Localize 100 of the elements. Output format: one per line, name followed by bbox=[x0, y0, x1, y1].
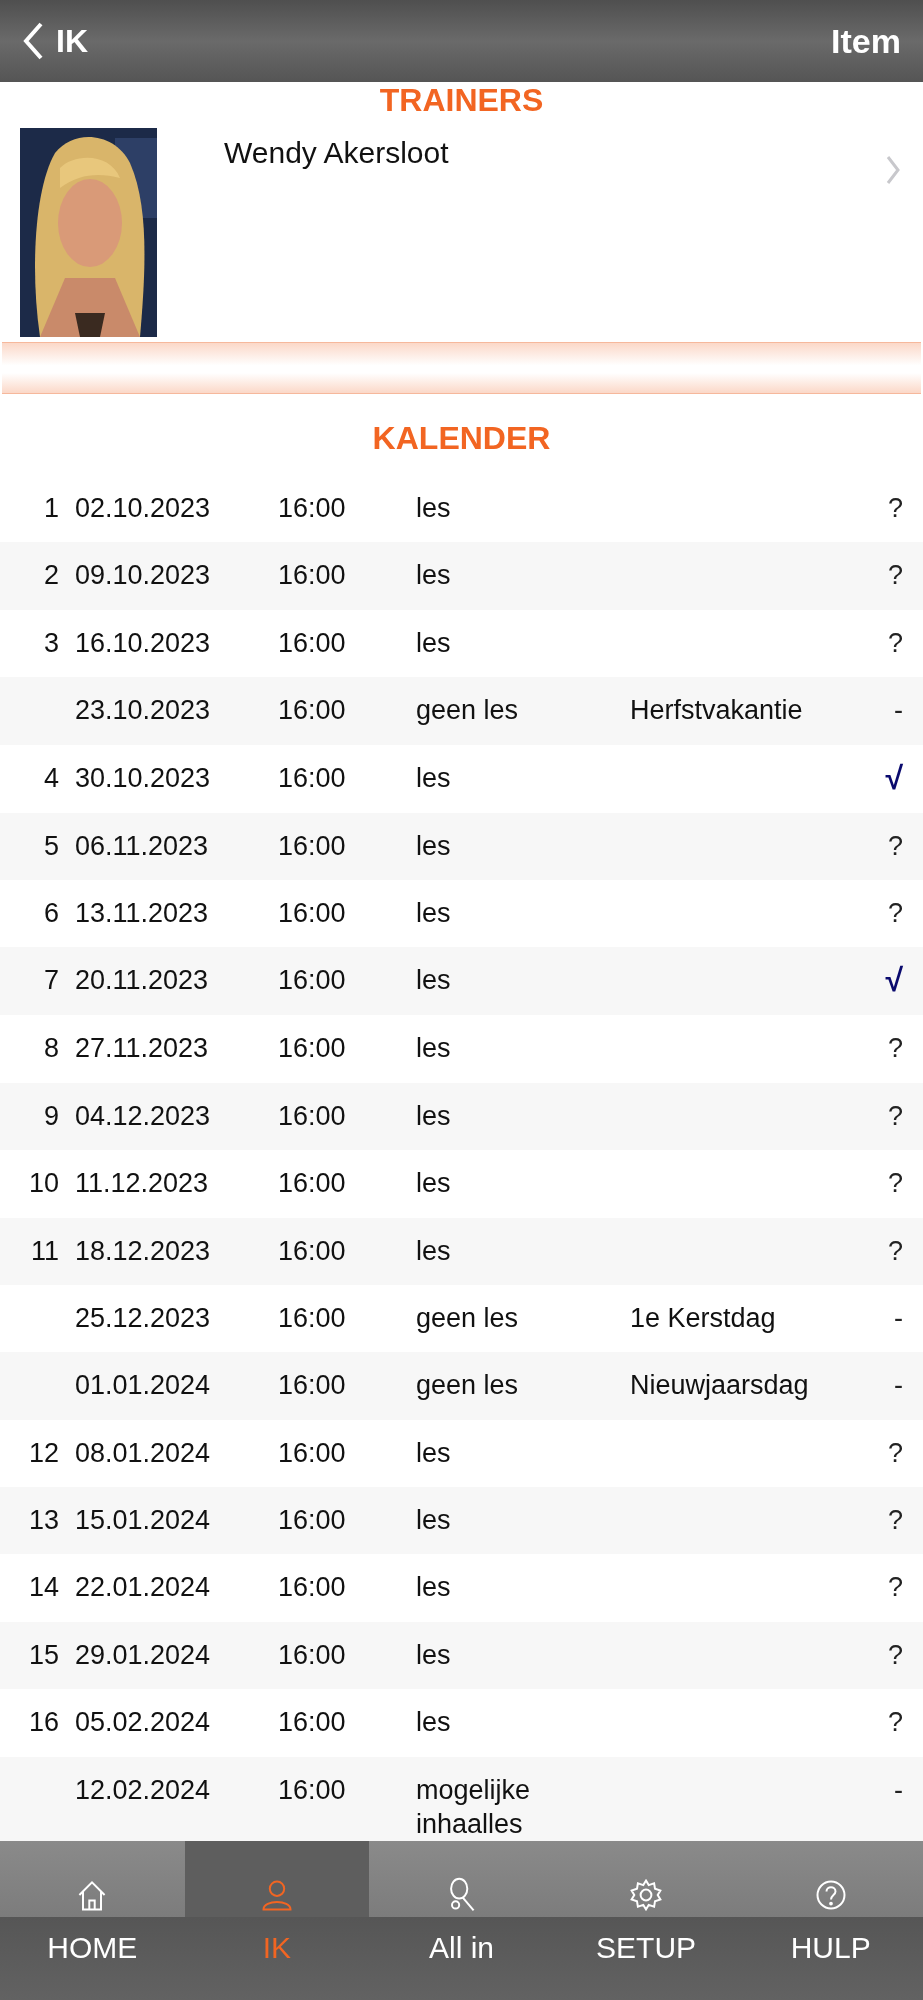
attendance-status: ? bbox=[887, 560, 903, 591]
lesson-type: les bbox=[416, 1168, 451, 1199]
lesson-type: les bbox=[416, 1707, 451, 1738]
attendance-status: - bbox=[894, 695, 903, 726]
date-text: 18.12.2023 bbox=[75, 1235, 211, 1266]
attendance-status: ? bbox=[887, 1100, 903, 1131]
nav-tab[interactable]: HOME bbox=[0, 1841, 185, 2000]
lesson-type: geen les bbox=[416, 695, 519, 726]
time-text: 16:00 bbox=[278, 1370, 346, 1401]
date-text: 13.11.2023 bbox=[75, 897, 209, 928]
lesson-number: 6 bbox=[43, 897, 59, 928]
lesson-type: les bbox=[416, 560, 451, 591]
lesson-type: les bbox=[416, 762, 451, 793]
lesson-type: geen les bbox=[416, 1302, 519, 1333]
trainer-name: Wendy Akersloot bbox=[224, 136, 450, 170]
lesson-type: les bbox=[416, 897, 451, 928]
attendance-status: ? bbox=[887, 1572, 903, 1603]
date-text: 20.11.2023 bbox=[75, 965, 209, 996]
date-text: 11.12.2023 bbox=[75, 1168, 209, 1199]
attendance-status: ? bbox=[887, 830, 903, 861]
time-text: 16:00 bbox=[278, 1437, 346, 1468]
lesson-number: 13 bbox=[28, 1505, 59, 1536]
lesson-number: 12 bbox=[28, 1437, 59, 1468]
date-text: 30.10.2023 bbox=[75, 762, 211, 793]
time-text: 16:00 bbox=[278, 493, 346, 523]
attendance-status: √ bbox=[885, 962, 903, 999]
attendance-status: - bbox=[894, 1302, 903, 1333]
lesson-type: les bbox=[416, 1572, 451, 1603]
lesson-type: les bbox=[416, 1639, 451, 1670]
attendance-status: ? bbox=[887, 1437, 903, 1468]
date-text: 15.01.2024 bbox=[75, 1505, 211, 1536]
date-text: 06.11.2023 bbox=[75, 830, 209, 861]
time-text: 16:00 bbox=[278, 1235, 346, 1266]
time-text: 16:00 bbox=[278, 1774, 346, 1805]
attendance-status: - bbox=[894, 1774, 903, 1805]
lesson-type: mogelijke inhaalles bbox=[416, 1774, 531, 1839]
lesson-type: geen les bbox=[416, 1370, 519, 1401]
lesson-type: les bbox=[416, 1437, 451, 1468]
attendance-status: - bbox=[894, 1370, 903, 1401]
section-title: TRAINERS bbox=[378, 82, 545, 118]
time-text: 16:00 bbox=[278, 627, 346, 658]
nav-tab[interactable]: HULP bbox=[738, 1841, 923, 2000]
lesson-number: 7 bbox=[43, 965, 59, 996]
attendance-status: ? bbox=[887, 1235, 903, 1266]
date-text: 23.10.2023 bbox=[75, 695, 211, 726]
attendance-status: ? bbox=[887, 1707, 903, 1738]
back-button[interactable]: IK bbox=[22, 21, 88, 61]
lesson-number: 15 bbox=[28, 1639, 59, 1670]
lesson-type: les bbox=[416, 1033, 451, 1064]
lesson-type: les bbox=[416, 627, 451, 658]
date-text: 16.10.2023 bbox=[75, 627, 211, 658]
lesson-number: 1 bbox=[43, 493, 59, 523]
attendance-status: ? bbox=[887, 1505, 903, 1536]
attendance-status: ? bbox=[887, 1033, 903, 1064]
lesson-number: 10 bbox=[28, 1168, 59, 1199]
time-text: 16:00 bbox=[278, 1168, 346, 1199]
date-text: 29.01.2024 bbox=[75, 1639, 211, 1670]
time-text: 16:00 bbox=[278, 695, 346, 726]
screen-title: Item bbox=[831, 21, 901, 61]
attendance-status: ? bbox=[887, 1639, 903, 1670]
time-text: 16:00 bbox=[278, 1572, 346, 1603]
attendance-status: ? bbox=[887, 1168, 903, 1199]
date-text: 25.12.2023 bbox=[75, 1302, 211, 1333]
date-text: 01.01.2024 bbox=[75, 1370, 211, 1401]
date-text: 22.01.2024 bbox=[75, 1572, 211, 1603]
settings-icon bbox=[628, 1877, 665, 1913]
lesson-number: 5 bbox=[43, 830, 59, 861]
back-icon bbox=[22, 21, 44, 61]
time-text: 16:00 bbox=[278, 762, 346, 793]
time-text: 16:00 bbox=[278, 965, 346, 996]
lesson-number: 14 bbox=[28, 1572, 59, 1603]
lesson-number: 9 bbox=[43, 1100, 59, 1131]
section-title: KALENDER bbox=[371, 420, 552, 456]
time-text: 16:00 bbox=[278, 1707, 346, 1738]
lesson-number: 4 bbox=[43, 762, 59, 793]
lesson-type: les bbox=[416, 1100, 451, 1131]
attendance-status: ? bbox=[887, 493, 903, 523]
time-text: 16:00 bbox=[278, 830, 346, 861]
lesson-number: 2 bbox=[43, 560, 59, 591]
date-text: 05.02.2024 bbox=[75, 1707, 211, 1738]
date-text: 12.02.2024 bbox=[75, 1774, 211, 1805]
date-text: 08.01.2024 bbox=[75, 1437, 211, 1468]
chevron-right-icon bbox=[885, 154, 901, 186]
lesson-number: 8 bbox=[43, 1033, 59, 1064]
attendance-status: √ bbox=[885, 759, 903, 796]
time-text: 16:00 bbox=[278, 1505, 346, 1536]
time-text: 16:00 bbox=[278, 897, 346, 928]
nav-tab[interactable]: SETUP bbox=[553, 1841, 739, 2000]
time-text: 16:00 bbox=[278, 560, 346, 591]
nav-tab[interactable]: All in bbox=[369, 1841, 554, 2000]
trainer-item[interactable]: Wendy Akersloot bbox=[0, 118, 923, 337]
date-text: 04.12.2023 bbox=[75, 1100, 211, 1131]
time-text: 16:00 bbox=[278, 1033, 346, 1064]
date-text: 09.10.2023 bbox=[75, 560, 211, 591]
lesson-type: les bbox=[416, 830, 451, 861]
lesson-type: les bbox=[416, 965, 451, 996]
date-text: 02.10.2023 bbox=[75, 493, 211, 523]
lesson-number: 3 bbox=[43, 627, 59, 658]
time-text: 16:00 bbox=[278, 1100, 346, 1131]
attendance-status: ? bbox=[887, 897, 903, 928]
